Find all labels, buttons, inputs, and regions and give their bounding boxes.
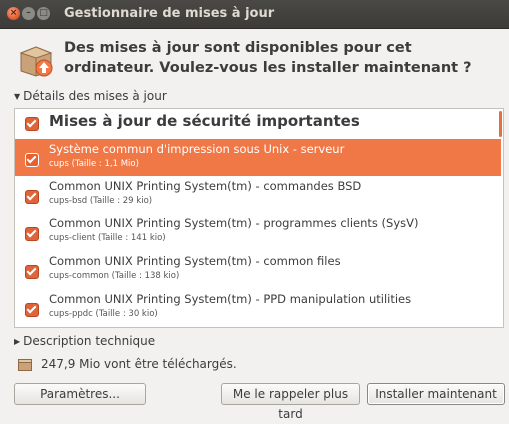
category-label: Mises à jour de sécurité importantes <box>49 112 360 130</box>
category-checkbox[interactable] <box>25 117 39 131</box>
update-package-size: cups (Taille : 1,1 Mio) <box>49 159 139 169</box>
maximize-window-button[interactable]: □ <box>37 7 50 20</box>
collapsed-triangle-icon: ▶ <box>14 337 21 346</box>
download-size-text: 247,9 Mio vont être téléchargés. <box>41 357 237 371</box>
update-available-message: Des mises à jour sont disponibles pour c… <box>64 40 472 76</box>
remind-later-button[interactable]: Me le rappeler plus tard <box>221 383 360 421</box>
package-update-icon <box>19 46 53 77</box>
title-bar: × – □ Gestionnaire de mises à jour <box>0 0 509 29</box>
update-details-label: Détails des mises à jour <box>23 89 167 103</box>
update-package-size: cups-common (Taille : 138 kio) <box>49 271 180 281</box>
list-item[interactable]: Common UNIX Printing System(tm) - PPD ma… <box>15 289 501 326</box>
list-item[interactable]: Système commun d'impression sous Unix - … <box>15 139 501 176</box>
technical-description-label: Description technique <box>23 334 156 348</box>
list-item[interactable]: Common UNIX Printing System(tm) - progra… <box>15 213 501 250</box>
install-now-button[interactable]: Installer maintenant <box>367 383 505 405</box>
update-checkbox[interactable] <box>25 190 39 204</box>
update-package-size: cups-client (Taille : 141 kio) <box>49 233 166 243</box>
technical-description-expander[interactable]: ▶ Description technique <box>14 334 155 348</box>
expanded-triangle-icon: ▼ <box>14 92 21 101</box>
update-package-size: cups-ppdc (Taille : 30 kio) <box>49 309 158 319</box>
minimize-window-button[interactable]: – <box>22 7 35 20</box>
update-title: Common UNIX Printing System(tm) - common… <box>49 254 341 268</box>
update-checkbox[interactable] <box>25 265 39 279</box>
update-list[interactable]: Mises à jour de sécurité importantes Sys… <box>14 108 504 328</box>
list-item[interactable]: Common UNIX Printing System(tm) - comman… <box>15 176 501 213</box>
update-checkbox[interactable] <box>25 153 39 167</box>
update-title: Common UNIX Printing System(tm) - progra… <box>49 216 419 230</box>
settings-button[interactable]: Paramètres... <box>14 383 146 405</box>
update-title: Système commun d'impression sous Unix - … <box>49 142 345 156</box>
download-size-icon <box>18 359 32 371</box>
update-checkbox[interactable] <box>25 227 39 241</box>
window-title: Gestionnaire de mises à jour <box>64 6 275 21</box>
update-title: Common UNIX Printing System(tm) - PPD ma… <box>49 292 412 306</box>
update-checkbox[interactable] <box>25 303 39 317</box>
category-row-security[interactable]: Mises à jour de sécurité importantes <box>15 109 501 139</box>
update-title: Common UNIX Printing System(tm) - comman… <box>49 179 362 193</box>
list-item[interactable]: Common UNIX Printing System(tm) - common… <box>15 251 501 288</box>
update-package-size: cups-bsd (Taille : 29 kio) <box>49 196 153 206</box>
close-window-button[interactable]: × <box>7 7 20 20</box>
update-details-expander[interactable]: ▼ Détails des mises à jour <box>14 89 167 103</box>
